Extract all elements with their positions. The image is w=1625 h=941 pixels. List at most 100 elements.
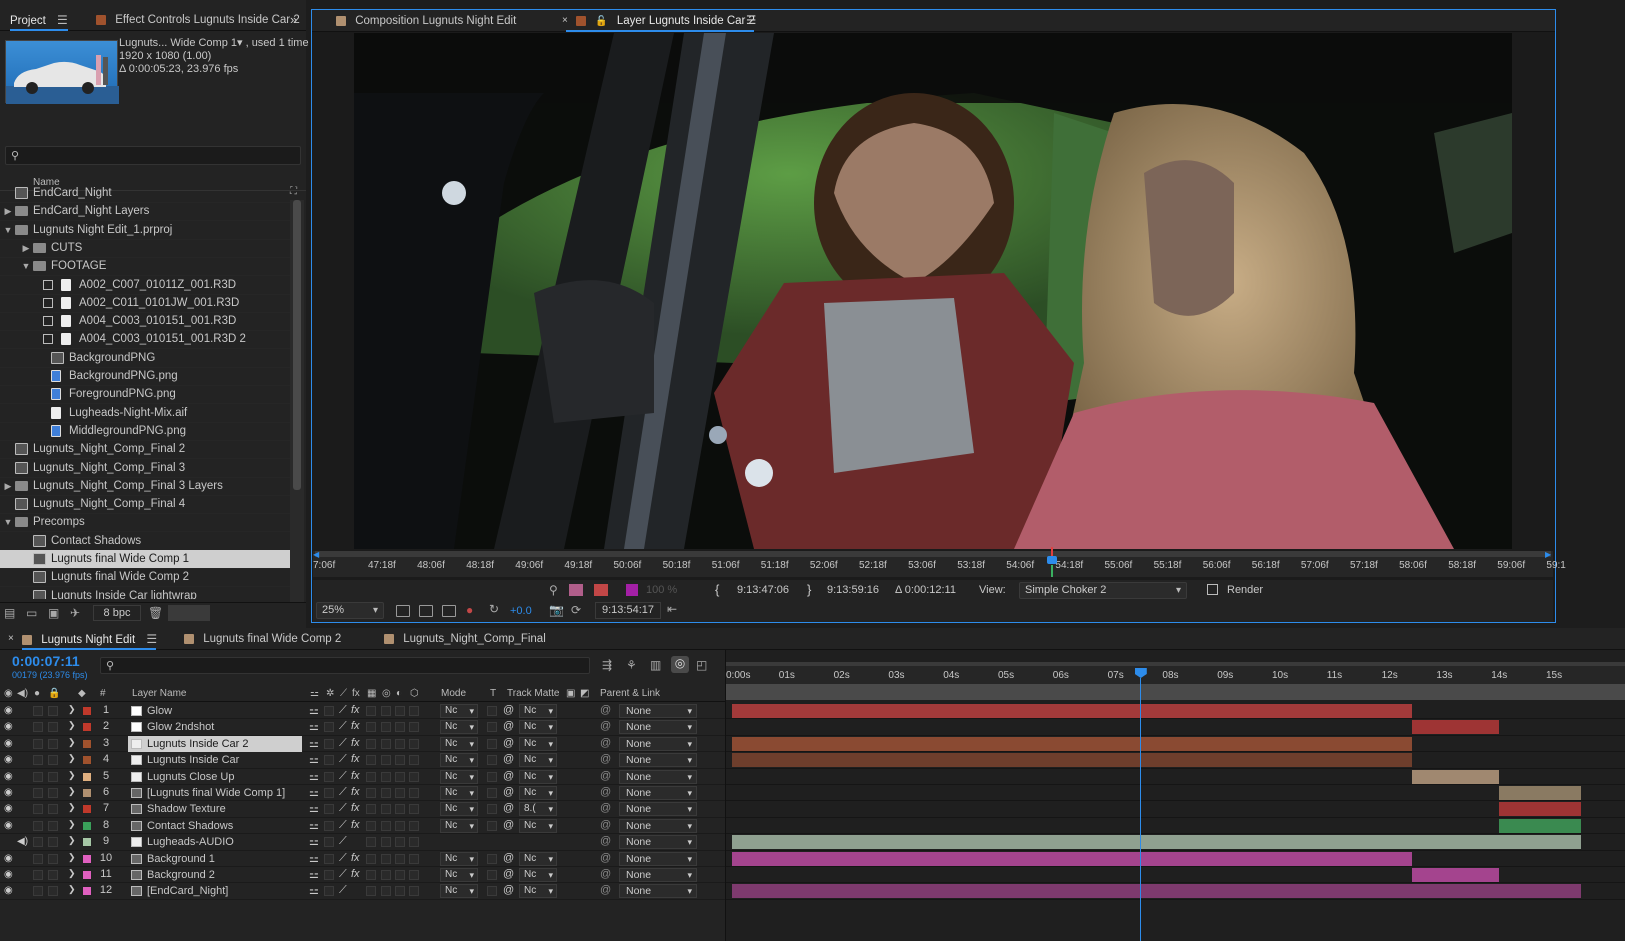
quality-switch-icon[interactable]: ⟋ [339, 802, 347, 815]
visibility-eye-icon[interactable]: ◉ [4, 803, 13, 814]
tab-lugnuts-night-edit[interactable]: Lugnuts Night Edit ☰ [22, 628, 157, 650]
track-matte-dropdown[interactable]: Nc [519, 736, 557, 751]
lock-header-icon[interactable]: 🔒 [48, 688, 60, 699]
layer-duration-bar[interactable] [732, 835, 1582, 850]
3d-layer-switch[interactable] [409, 820, 419, 831]
layer-color-icon[interactable] [626, 584, 638, 596]
motion-blur-switch[interactable] [381, 738, 391, 749]
channels-icon[interactable]: ● [466, 603, 473, 617]
adjustment-switch[interactable] [395, 722, 405, 733]
collapse-switch[interactable] [324, 722, 334, 733]
frame-blend-switch[interactable] [366, 788, 376, 798]
motion-blur-switch[interactable] [381, 837, 391, 848]
visibility-eye-icon[interactable]: ◉ [4, 771, 13, 782]
playhead-head[interactable] [1134, 668, 1147, 678]
twirl-closed-icon[interactable]: ❯ [68, 737, 76, 748]
solo-toggle[interactable] [33, 722, 43, 733]
project-item[interactable]: Lugnuts_Night_Comp_Final 4 [0, 495, 300, 515]
track-matte-dropdown[interactable]: 8.( [519, 802, 557, 817]
adjustment-switch[interactable] [395, 837, 405, 848]
3d-layer-switch[interactable] [409, 738, 419, 749]
parent-pickwhip-icon[interactable]: @ [600, 720, 611, 732]
twirl-closed-icon[interactable]: ▶ [21, 239, 31, 258]
shy-switch-icon[interactable]: ⚍ [309, 835, 319, 848]
layer-duration-bar[interactable] [1499, 802, 1582, 817]
twirl-closed-icon[interactable]: ▶ [3, 202, 13, 221]
project-item[interactable]: A002_C007_01011Z_001.R3D [0, 276, 300, 295]
layer-name[interactable]: [Lugnuts final Wide Comp 1] [128, 785, 302, 801]
layer-duration-bar[interactable] [732, 736, 1412, 751]
layer-name[interactable]: [EndCard_Night] [128, 883, 302, 899]
parent-pickwhip-icon[interactable]: @ [600, 835, 611, 847]
preserve-transparency-toggle[interactable] [487, 788, 497, 798]
matte-pickwhip-icon[interactable]: @ [503, 852, 514, 864]
parent-dropdown[interactable]: None [619, 769, 697, 784]
project-item[interactable]: Lugnuts_Night_Comp_Final 2 [0, 440, 300, 460]
blend-mode-dropdown[interactable]: Nc [440, 769, 478, 784]
parent-pickwhip-icon[interactable]: @ [600, 753, 611, 765]
set-in-point-icon[interactable]: { [715, 582, 719, 597]
twirl-closed-icon[interactable]: ❯ [68, 704, 76, 715]
blend-mode-dropdown[interactable]: Nc [440, 884, 478, 899]
collapse-switch[interactable] [324, 738, 334, 749]
time-ruler[interactable]: 0:00s 01s 02s 03s 04s 05s 06s 07s 08s 09s 10s 11s 12… [726, 666, 1625, 684]
parent-pickwhip-icon[interactable]: @ [600, 868, 611, 880]
adjustment-switch[interactable] [395, 853, 405, 864]
layer-label-color[interactable] [82, 788, 92, 798]
layer-row[interactable]: ◉ ❯ 8 Contact Shadows ⚍ ⟋ fx Nc @ Nc @ None [0, 818, 725, 835]
audio-switch-header-icon[interactable]: ◀) [17, 688, 28, 699]
work-area[interactable] [726, 684, 1625, 700]
lock-toggle[interactable] [48, 755, 58, 766]
matte-pickwhip-icon[interactable]: @ [503, 720, 514, 732]
layer-row[interactable]: ◉ ❯ 5 Lugnuts Close Up ⚍ ⟋ fx Nc @ Nc @ None [0, 769, 725, 785]
visibility-eye-icon[interactable]: ◉ [4, 738, 13, 749]
3d-layer-switch[interactable] [409, 722, 419, 733]
exposure-value[interactable]: +0.0 [510, 605, 532, 617]
project-scrollbar[interactable] [290, 200, 304, 610]
in-point-timecode[interactable]: 9:13:47:06 [737, 584, 789, 596]
project-item[interactable]: ForegroundPNG.png [0, 385, 300, 405]
frame-blend-switch[interactable] [366, 820, 376, 831]
shy-switch-icon[interactable]: ⚍ [309, 819, 319, 832]
effects-header-icon[interactable]: fx [352, 688, 360, 699]
layer-label-color[interactable] [82, 870, 92, 880]
motion-blur-switch[interactable] [381, 886, 391, 897]
adjustment-switch[interactable] [395, 706, 405, 716]
layer-name[interactable]: Background 2 [128, 867, 302, 883]
tab-night-comp-final[interactable]: Lugnuts_Night_Comp_Final [384, 628, 546, 650]
twirl-open-icon[interactable]: ▼ [3, 221, 13, 240]
overflow-tabs-icon[interactable]: » [290, 9, 297, 31]
preserve-transparency-toggle[interactable] [487, 771, 497, 782]
preserve-transparency-toggle[interactable] [487, 886, 497, 897]
3d-header-icon[interactable]: ⬡ [410, 688, 419, 699]
lock-toggle[interactable] [48, 820, 58, 831]
track-matte-dropdown[interactable]: Nc [519, 753, 557, 768]
shy-switch-icon[interactable]: ⚍ [309, 720, 319, 733]
project-item[interactable]: MiddlegroundPNG.png [0, 422, 300, 441]
lock-toggle[interactable] [48, 886, 58, 897]
layer-label-color[interactable] [82, 706, 92, 716]
blend-mode-dropdown[interactable]: Nc [440, 818, 478, 833]
twirl-open-icon[interactable]: ▼ [3, 513, 13, 532]
collapse-switch[interactable] [324, 820, 334, 831]
3d-layer-switch[interactable] [409, 853, 419, 864]
out-marker-icon[interactable]: ▶ [1545, 550, 1551, 559]
3d-layer-switch[interactable] [409, 837, 419, 848]
frame-blend-switch[interactable] [366, 706, 376, 716]
solo-header-icon[interactable]: ● [34, 688, 40, 699]
track-matte-dropdown[interactable]: Nc [519, 884, 557, 899]
lock-toggle[interactable] [48, 804, 58, 815]
adjustment-switch[interactable] [395, 755, 405, 766]
layer-duration-bar[interactable] [732, 753, 1412, 768]
project-item[interactable]: EndCard_Night [0, 184, 300, 203]
adjustment-switch[interactable] [395, 771, 405, 782]
layer-row[interactable]: ◉ ❯ 12 [EndCard_Night] ⚍ ⟋ Nc @ Nc @ None [0, 883, 725, 900]
project-item[interactable]: Lugnuts final Wide Comp 2 [0, 568, 300, 588]
track-matte-dropdown[interactable]: Nc [519, 786, 557, 800]
safe-area-icon[interactable] [419, 605, 433, 617]
shy-switch-icon[interactable]: ⚍ [309, 868, 319, 881]
snapshot-icon[interactable]: 📷 [549, 603, 564, 617]
motion-blur-switch[interactable] [381, 706, 391, 716]
project-item[interactable]: ▼ Precomps [0, 513, 300, 533]
matte-pickwhip-icon[interactable]: @ [503, 802, 514, 814]
